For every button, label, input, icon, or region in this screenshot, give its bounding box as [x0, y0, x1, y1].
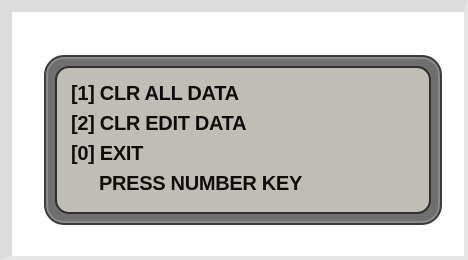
menu-option-exit: [0] EXIT — [71, 143, 144, 165]
menu-option-clear-edit-data: [2] CLR EDIT DATA — [71, 113, 247, 135]
lcd-screen: [1] CLR ALL DATA [2] CLR EDIT DATA [0] E… — [55, 66, 431, 214]
prompt-text: PRESS NUMBER KEY — [99, 173, 303, 195]
lcd-display-bezel: [1] CLR ALL DATA [2] CLR EDIT DATA [0] E… — [44, 55, 442, 225]
menu-option-clear-all-data: [1] CLR ALL DATA — [71, 83, 239, 105]
